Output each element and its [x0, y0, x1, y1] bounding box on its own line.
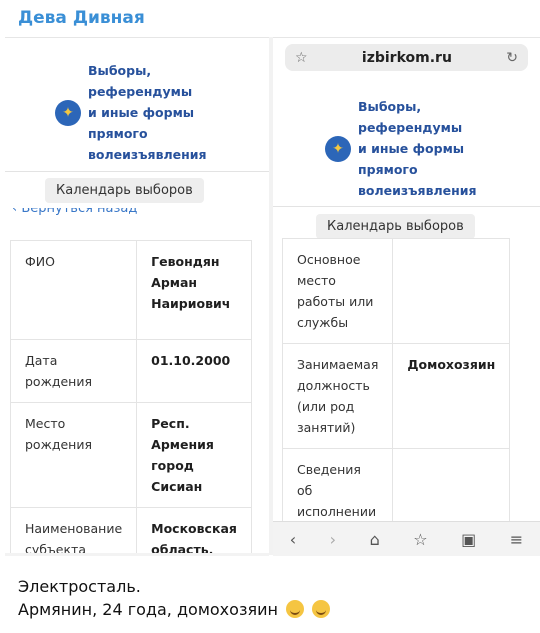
sender-name[interactable]: Дева Дивная: [18, 8, 145, 28]
home-icon[interactable]: ⌂: [370, 530, 380, 549]
table-row: Занимаемая должность (или род занятий) Д…: [281, 343, 511, 449]
right-screenshot[interactable]: ☆ izbirkom.ru ↻ ✦ Выборы, референдумы и …: [273, 37, 540, 556]
row-value: Респ. Армения город Сисиан: [136, 402, 252, 508]
calendar-button[interactable]: Календарь выборов: [45, 178, 204, 203]
row-value: [392, 238, 511, 344]
reload-icon[interactable]: ↻: [506, 50, 518, 66]
bookmark-icon[interactable]: ☆: [413, 530, 427, 549]
star-icon[interactable]: ☆: [295, 50, 308, 66]
url-text: izbirkom.ru: [361, 49, 452, 66]
row-label: Дата рождения: [9, 339, 138, 403]
row-value: 01.10.2000: [136, 339, 252, 403]
emblem-icon: ✦: [325, 135, 351, 162]
rofl-emoji-icon: [286, 600, 305, 618]
emblem-icon: ✦: [55, 99, 81, 126]
back-link[interactable]: ‹ Вернуться назад: [12, 208, 137, 218]
table-row: Место рождения Респ. Армения город Сисиа…: [9, 402, 252, 508]
table-row: Дата рождения 01.10.2000: [9, 339, 252, 403]
row-label: Место рождения: [9, 402, 138, 508]
calendar-button[interactable]: Календарь выборов: [316, 214, 475, 239]
caption-line-1: Электросталь.: [18, 577, 141, 596]
row-value: Московская область, Городской: [136, 507, 252, 556]
table-row: Сведения об исполнении: [281, 448, 511, 533]
row-value: Домохозяин: [392, 343, 511, 449]
back-icon[interactable]: ‹: [290, 530, 296, 549]
browser-toolbar: ‹ › ⌂ ☆ ▣ ≡: [273, 521, 540, 556]
candidate-table: ФИО Гевондян Арман Наириович Дата рожден…: [9, 240, 252, 556]
row-value: [392, 448, 511, 533]
row-label: Занимаемая должность (или род занятий): [281, 343, 394, 449]
caption-line-2: Армянин, 24 года, домохозяин: [18, 598, 331, 621]
left-screenshot[interactable]: ✦ Выборы, референдумы и иные формы прямо…: [5, 37, 269, 556]
table-row: Основное место работы или службы: [281, 238, 511, 344]
address-bar[interactable]: ☆ izbirkom.ru ↻: [285, 44, 528, 71]
forward-icon[interactable]: ›: [330, 530, 336, 549]
brand-text: Выборы, референдумы и иные формы прямого…: [88, 63, 207, 162]
row-label: ФИО: [9, 240, 138, 340]
candidate-table: Основное место работы или службы Занимае…: [281, 238, 511, 533]
row-label: Сведения об исполнении: [281, 448, 394, 533]
menu-icon[interactable]: ≡: [510, 530, 523, 549]
message-bubble: Дева Дивная ✦ Выборы, референдумы и иные…: [0, 0, 540, 633]
row-value: Гевондян Арман Наириович: [136, 240, 252, 340]
brand-text: Выборы, референдумы и иные формы прямого…: [358, 99, 477, 198]
tabs-icon[interactable]: ▣: [461, 530, 476, 549]
table-row: Наименование субъекта Российской Московс…: [9, 507, 252, 556]
site-brand: ✦ Выборы, референдумы и иные формы прямо…: [55, 60, 207, 165]
android-nav-bar: [5, 553, 269, 556]
message-caption: Электросталь. Армянин, 24 года, домохозя…: [18, 575, 331, 621]
row-label: Наименование субъекта Российской: [9, 507, 138, 556]
site-brand: ✦ Выборы, референдумы и иные формы прямо…: [325, 96, 477, 201]
table-row: ФИО Гевондян Арман Наириович: [9, 240, 252, 340]
row-label: Основное место работы или службы: [281, 238, 394, 344]
woozy-emoji-icon: [312, 600, 331, 618]
